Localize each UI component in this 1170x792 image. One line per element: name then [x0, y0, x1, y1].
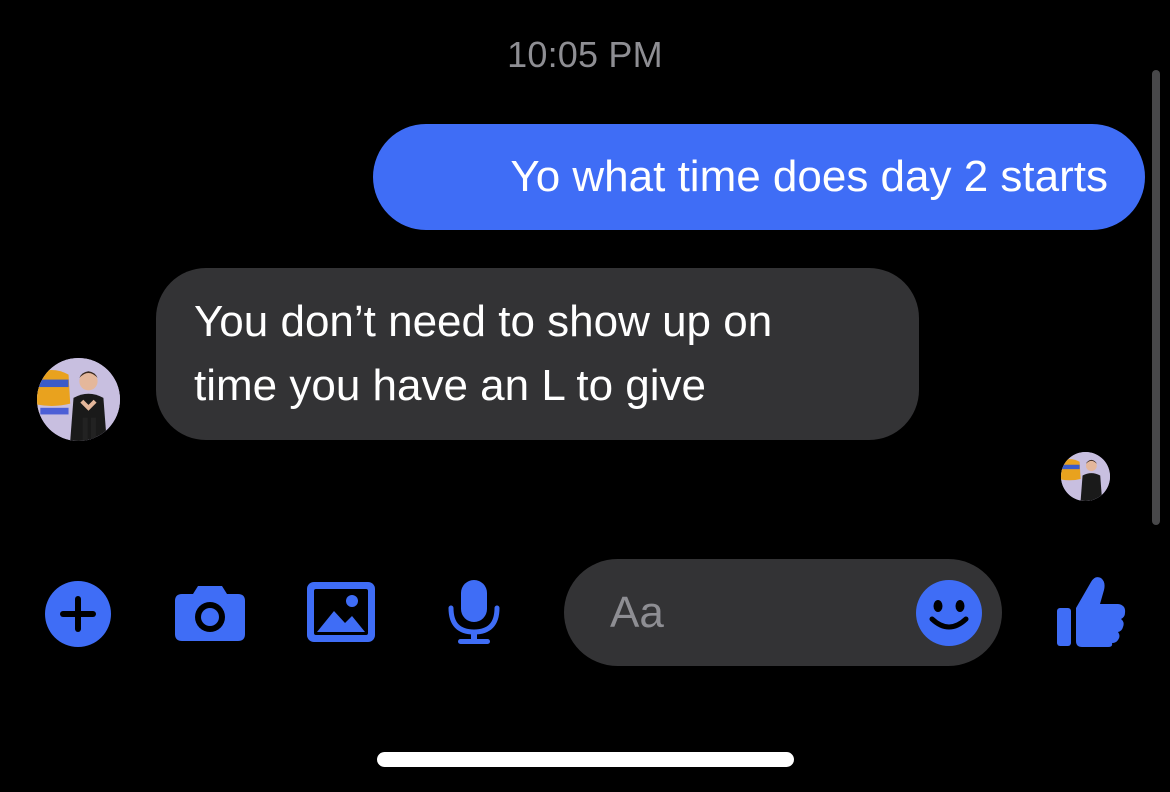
scrollbar[interactable] — [1152, 70, 1160, 525]
seen-receipt-avatar — [1061, 452, 1110, 501]
home-indicator[interactable] — [377, 752, 794, 767]
contact-avatar[interactable] — [37, 358, 120, 441]
seen-receipt-photo — [1061, 452, 1110, 501]
plus-icon[interactable] — [44, 580, 112, 648]
message-input[interactable] — [610, 586, 900, 640]
microphone-icon[interactable] — [446, 578, 502, 646]
emoji-icon[interactable] — [915, 579, 983, 647]
incoming-message-bubble[interactable]: You don’t need to show up on time you ha… — [156, 268, 919, 440]
thumbs-up-icon[interactable] — [1055, 574, 1127, 648]
camera-icon[interactable] — [174, 584, 246, 642]
outgoing-message-bubble[interactable]: Yo what time does day 2 starts — [373, 124, 1145, 230]
gallery-icon[interactable] — [306, 581, 376, 643]
incoming-message-line: You don’t need to show up on — [194, 297, 773, 346]
message-timestamp: 10:05 PM — [507, 34, 663, 75]
outgoing-message-text: Yo what time does day 2 starts — [510, 152, 1108, 201]
contact-photo — [37, 358, 120, 441]
incoming-message-line: time you have an L to give — [194, 361, 707, 410]
chat-screen: 10:05 PM Yo what time does day 2 starts … — [0, 0, 1170, 792]
